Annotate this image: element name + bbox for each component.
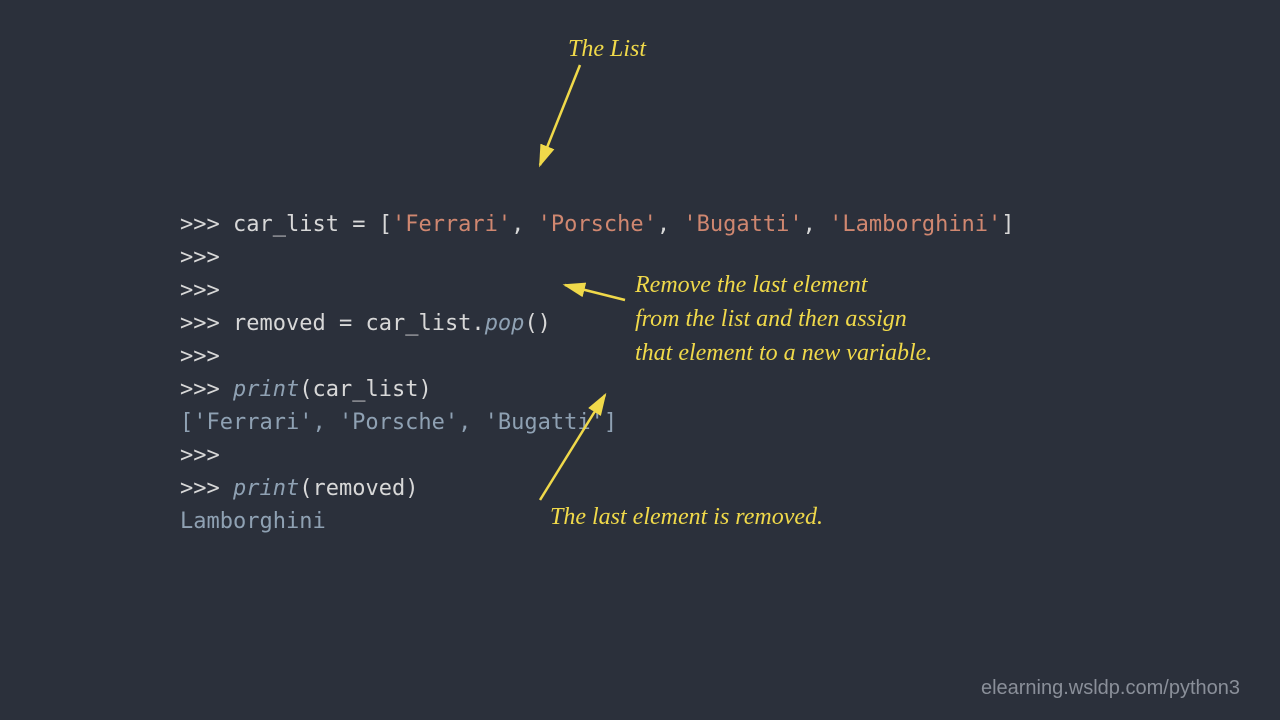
var-removed: removed xyxy=(233,311,326,336)
fn-print: print xyxy=(233,377,299,402)
prompt: >>> xyxy=(180,311,220,336)
var-car-list: car_list xyxy=(233,212,339,237)
arrow-to-list xyxy=(540,65,580,165)
watermark: elearning.wsldp.com/python3 xyxy=(981,677,1240,700)
str-lamborghini: 'Lamborghini' xyxy=(829,212,1001,237)
prompt: >>> xyxy=(180,278,220,303)
prompt: >>> xyxy=(180,443,220,468)
annotation-last-removed: The last element is removed. xyxy=(550,500,823,534)
output-list: ['Ferrari', 'Porsche', 'Bugatti'] xyxy=(180,410,617,435)
prompt: >>> xyxy=(180,377,220,402)
fn-print: print xyxy=(233,476,299,501)
prompt: >>> xyxy=(180,344,220,369)
method-pop: pop xyxy=(485,311,525,336)
prompt: >>> xyxy=(180,212,220,237)
annotation-remove-element: Remove the last element from the list an… xyxy=(635,268,932,370)
output-removed: Lamborghini xyxy=(180,509,326,534)
annotation-the-list: The List xyxy=(568,32,646,66)
str-bugatti: 'Bugatti' xyxy=(683,212,802,237)
prompt: >>> xyxy=(180,245,220,270)
str-ferrari: 'Ferrari' xyxy=(392,212,511,237)
str-porsche: 'Porsche' xyxy=(538,212,657,237)
prompt: >>> xyxy=(180,476,220,501)
